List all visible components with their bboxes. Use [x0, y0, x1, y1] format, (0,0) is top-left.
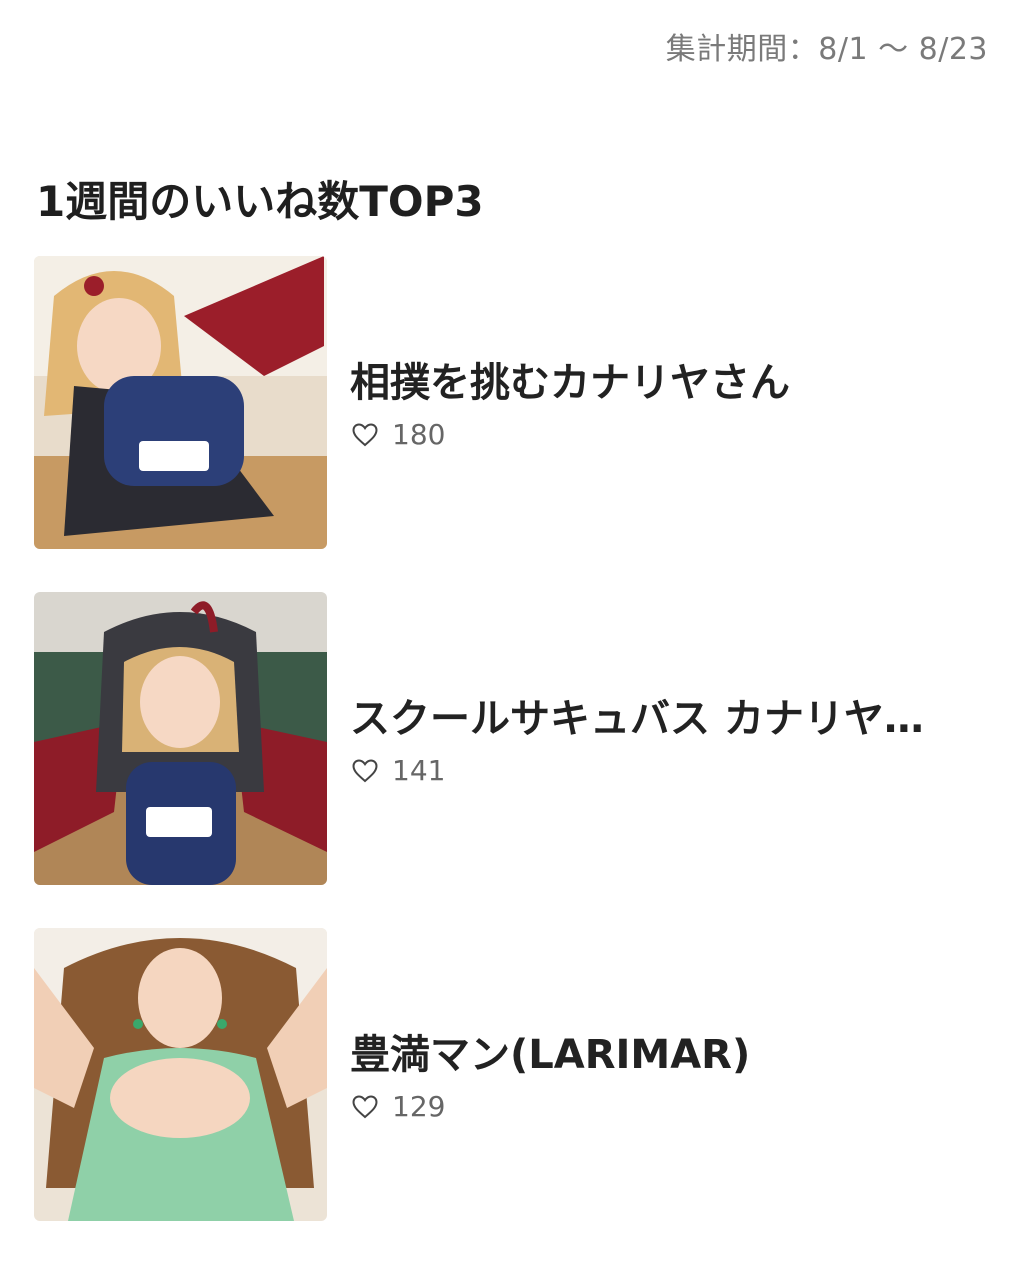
ranking-item-3[interactable]: 豊満マン(LARIMAR) 129: [34, 928, 990, 1221]
ranking-item-2[interactable]: スクールサキュバス カナリヤ… 141: [34, 592, 990, 885]
heart-icon[interactable]: [352, 758, 378, 783]
work-title[interactable]: スクールサキュバス カナリヤ…: [350, 686, 980, 744]
period-label: 集計期間：8/1 〜 8/23: [665, 32, 988, 67]
work-title[interactable]: 豊満マン(LARIMAR): [350, 1022, 980, 1080]
like-count: 129: [392, 1090, 446, 1123]
work-thumbnail[interactable]: [34, 928, 327, 1221]
like-count-row: 180: [352, 418, 445, 451]
like-count: 141: [392, 754, 446, 787]
heart-icon[interactable]: [352, 1094, 378, 1119]
work-title[interactable]: 相撲を挑むカナリヤさん: [350, 350, 980, 408]
heart-icon[interactable]: [352, 422, 378, 447]
like-count-row: 141: [352, 754, 445, 787]
like-count: 180: [392, 418, 446, 451]
like-count-row: 129: [352, 1090, 445, 1123]
work-thumbnail[interactable]: [34, 592, 327, 885]
work-thumbnail[interactable]: [34, 256, 327, 549]
ranking-heading: 1週間のいいね数TOP3: [36, 177, 484, 226]
ranking-item-1[interactable]: 相撲を挑むカナリヤさん 180: [34, 256, 990, 549]
